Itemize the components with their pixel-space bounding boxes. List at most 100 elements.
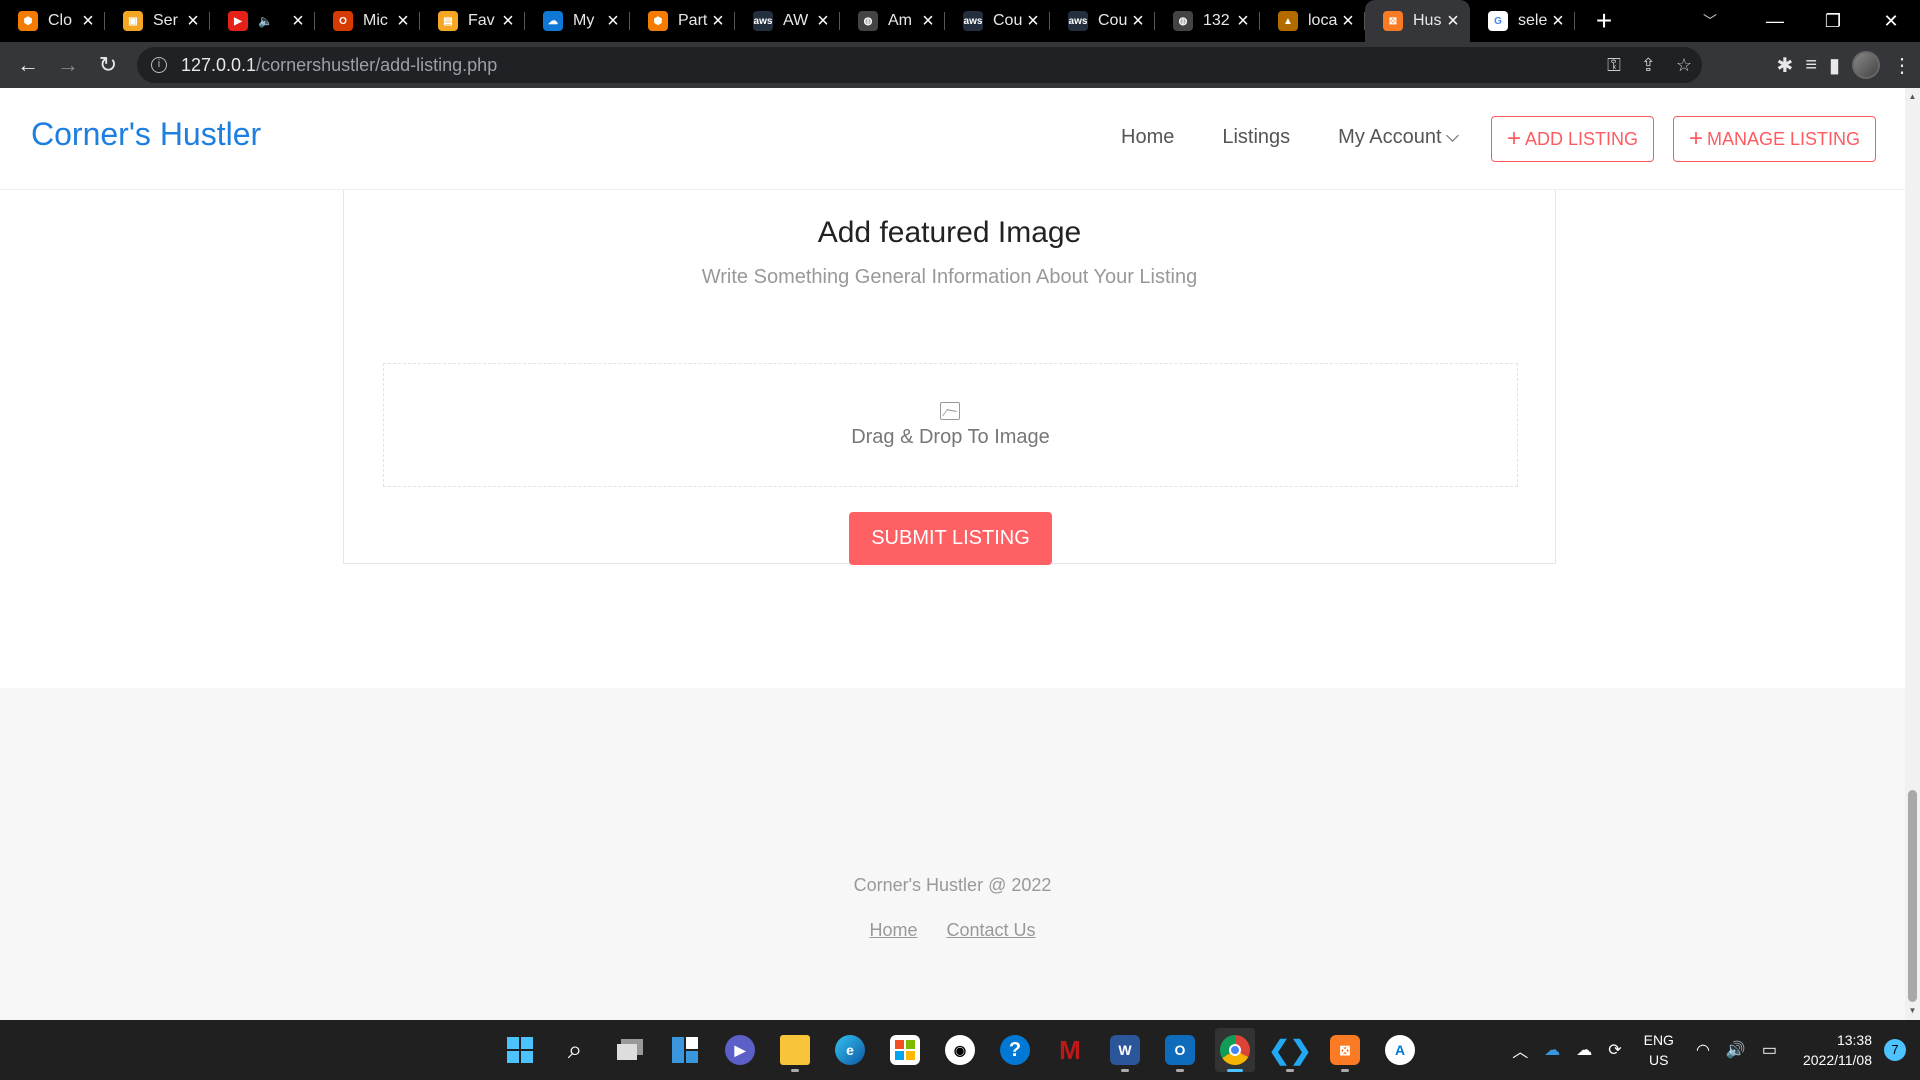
browser-tab[interactable]: ▶ 🔈 × (210, 0, 315, 42)
tab-title: Mic (363, 12, 388, 29)
scroll-down-arrow-icon[interactable]: ▼ (1908, 1006, 1917, 1016)
tab-close-icon[interactable]: × (814, 11, 832, 31)
new-tab-button[interactable]: + (1583, 0, 1625, 42)
restore-button[interactable]: ❐ (1804, 0, 1862, 42)
browser-tab[interactable]: ◍ Am × (840, 0, 945, 42)
extensions-icon[interactable]: ✱ (1777, 53, 1794, 78)
scrollbar-thumb[interactable] (1908, 790, 1917, 1002)
back-arrow-icon[interactable]: ← (8, 45, 48, 85)
browser-tab[interactable]: ▲ loca × (1260, 0, 1365, 42)
store-icon[interactable] (885, 1028, 925, 1072)
scroll-up-arrow-icon[interactable]: ▲ (1908, 92, 1917, 102)
outlook-icon[interactable]: O (1160, 1028, 1200, 1072)
mcafee-icon[interactable]: M (1050, 1028, 1090, 1072)
image-dropzone[interactable]: Drag & Drop To Image (383, 363, 1518, 487)
tab-close-icon[interactable]: × (709, 11, 727, 31)
sync-icon[interactable]: ⟳ (1608, 1040, 1621, 1060)
site-info-icon[interactable]: i (151, 57, 167, 73)
volume-icon[interactable]: 🔊 (1726, 1040, 1746, 1060)
browser-tab[interactable]: ⊠ Hus × (1365, 0, 1470, 42)
submit-listing-button[interactable]: SUBMIT LISTING (849, 512, 1052, 565)
tab-title: My (573, 12, 595, 29)
forward-arrow-icon[interactable]: → (48, 45, 88, 85)
manage-listing-button[interactable]: + MANAGE LISTING (1673, 116, 1877, 162)
nav-my-account[interactable]: My Account (1338, 126, 1459, 149)
file-explorer-icon[interactable] (775, 1028, 815, 1072)
word-icon[interactable]: W (1105, 1028, 1145, 1072)
speaker-muted-icon[interactable]: 🔈 (258, 14, 273, 28)
address-bar[interactable]: i 127.0.0.1/cornershustler/add-listing.p… (137, 47, 1702, 83)
add-listing-button[interactable]: + ADD LISTING (1491, 116, 1655, 162)
url-host: 127.0.0.1 (181, 54, 257, 75)
side-panel-icon[interactable]: ▮ (1829, 53, 1840, 78)
browser-tab[interactable]: aws Cou × (945, 0, 1050, 42)
notification-badge[interactable]: 7 (1884, 1039, 1906, 1061)
start-button[interactable] (500, 1028, 540, 1072)
chrome-icon[interactable] (1215, 1028, 1255, 1072)
clock[interactable]: 13:38 2022/11/08 (1803, 1030, 1872, 1070)
tab-close-icon[interactable]: × (1339, 11, 1357, 31)
key-icon[interactable]: ⚿ (1607, 55, 1621, 76)
browser-tab[interactable]: O Mic × (315, 0, 420, 42)
browser-tab[interactable]: ◍ 132 × (1155, 0, 1260, 42)
tab-close-icon[interactable]: × (1024, 11, 1042, 31)
github-icon[interactable]: ◉ (940, 1028, 980, 1072)
site-logo[interactable]: Corner's Hustler (31, 116, 261, 153)
tab-close-icon[interactable]: × (1549, 11, 1567, 31)
chevron-up-icon[interactable]: ︿ (1512, 1038, 1528, 1062)
featured-image-card: Add featured Image Write Something Gener… (343, 128, 1556, 565)
tab-close-icon[interactable]: × (1129, 11, 1147, 31)
edge-icon[interactable]: e (830, 1028, 870, 1072)
tab-favicon-icon: ⊠ (1383, 11, 1403, 31)
tab-close-icon[interactable]: × (289, 11, 307, 31)
share-icon[interactable]: ⇪ (1641, 55, 1656, 76)
page-scrollbar[interactable]: ▲ ▼ (1905, 88, 1920, 1020)
tab-close-icon[interactable]: × (499, 11, 517, 31)
onedrive-icon[interactable]: ☁ (1544, 1040, 1560, 1060)
wifi-icon[interactable]: ◠ (1696, 1040, 1710, 1060)
running-indicator (1176, 1069, 1184, 1072)
tab-close-icon[interactable]: × (394, 11, 412, 31)
app-icon[interactable]: A (1380, 1028, 1420, 1072)
footer-link-contact[interactable]: Contact Us (946, 920, 1035, 940)
search-icon[interactable]: ⌕ (555, 1028, 595, 1072)
tab-favicon-icon: G (1488, 11, 1508, 31)
tab-close-icon[interactable]: × (919, 11, 937, 31)
teams-chat-icon[interactable]: ▶ (720, 1028, 760, 1072)
media-queue-icon[interactable]: ≡ (1805, 54, 1817, 77)
close-window-button[interactable]: ✕ (1862, 0, 1920, 42)
language-indicator[interactable]: ENG US (1644, 1030, 1674, 1070)
cloud-icon[interactable]: ☁ (1576, 1040, 1592, 1060)
tab-close-icon[interactable]: × (79, 11, 97, 31)
profile-avatar[interactable] (1852, 51, 1880, 79)
omnibox-actions: ⚿ ⇪ ☆ (1607, 47, 1692, 83)
nav-listings[interactable]: Listings (1222, 126, 1290, 149)
browser-tab[interactable]: ▣ Ser × (105, 0, 210, 42)
tab-close-icon[interactable]: × (184, 11, 202, 31)
browser-tab[interactable]: aws AW × (735, 0, 840, 42)
browser-tab[interactable]: ▤ Fav × (420, 0, 525, 42)
footer-link-home[interactable]: Home (869, 920, 917, 940)
browser-tab[interactable]: ⬢ Clo × (0, 0, 105, 42)
task-view-icon[interactable] (610, 1028, 650, 1072)
browser-tab[interactable]: ⬢ Part × (630, 0, 735, 42)
tab-title: AW (783, 12, 809, 29)
xampp-icon[interactable]: ⊠ (1325, 1028, 1365, 1072)
url-text[interactable]: 127.0.0.1/cornershustler/add-listing.php (181, 55, 497, 76)
tab-close-icon[interactable]: × (604, 11, 622, 31)
reload-icon[interactable]: ↻ (88, 45, 128, 85)
vscode-icon[interactable]: ❮❯ (1268, 1028, 1312, 1072)
minimize-button[interactable]: — (1746, 0, 1804, 42)
tab-search-icon[interactable]: ﹀ (1685, 0, 1735, 42)
nav-home[interactable]: Home (1121, 126, 1174, 149)
tab-close-icon[interactable]: × (1234, 11, 1252, 31)
bookmark-star-icon[interactable]: ☆ (1676, 55, 1692, 76)
widgets-icon[interactable] (665, 1028, 705, 1072)
battery-icon[interactable]: ▭ (1762, 1040, 1777, 1060)
chrome-menu-icon[interactable]: ⋮ (1892, 53, 1912, 78)
browser-tab[interactable]: ☁ My × (525, 0, 630, 42)
browser-tab[interactable]: Gsele × (1470, 0, 1575, 42)
browser-tab[interactable]: aws Cou × (1050, 0, 1155, 42)
tab-close-icon[interactable]: × (1444, 11, 1462, 31)
help-icon[interactable]: ? (995, 1028, 1035, 1072)
